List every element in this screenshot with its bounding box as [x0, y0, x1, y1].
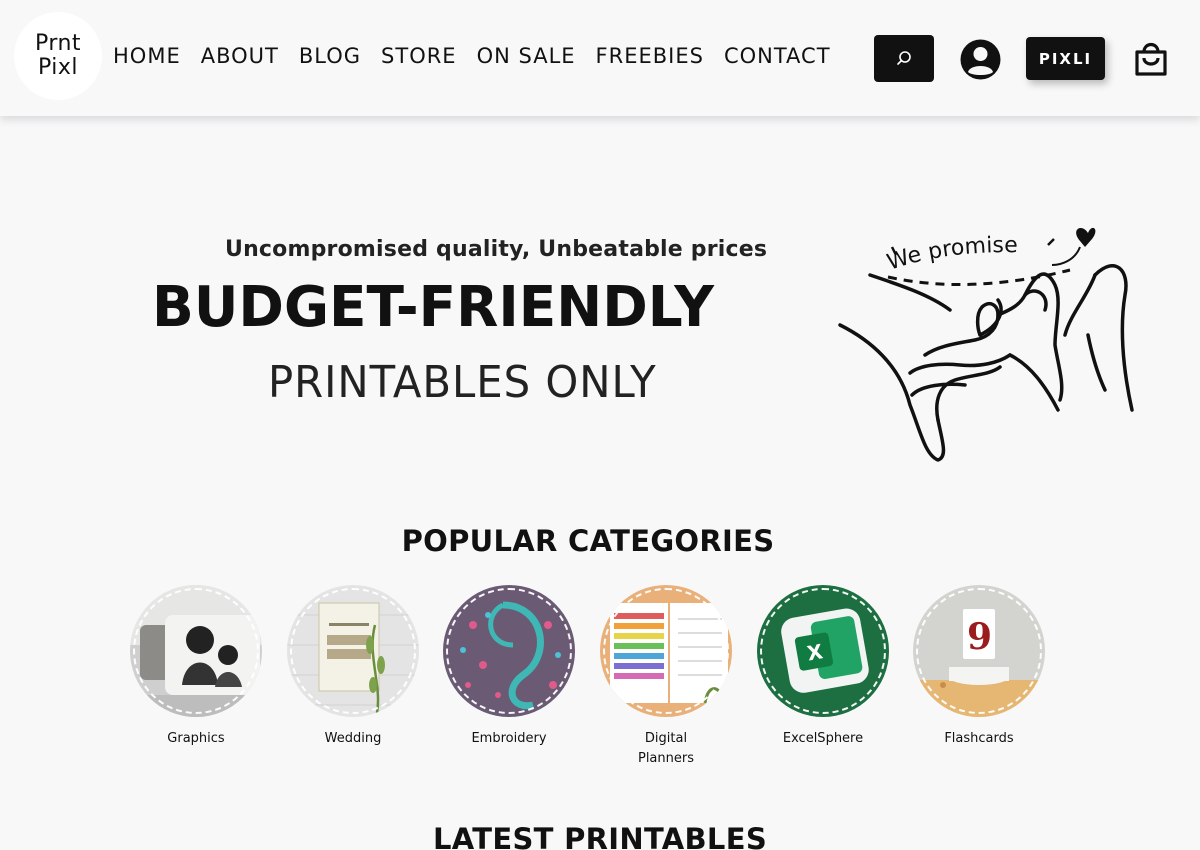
category-graphics-image	[130, 585, 262, 717]
search-button[interactable]	[874, 35, 934, 82]
site-logo[interactable]: Prnt Pixl	[14, 12, 102, 100]
category-digital-planners-image	[600, 585, 732, 717]
category-excelsphere-image: X	[757, 585, 889, 717]
nav-store[interactable]: STORE	[381, 44, 457, 68]
category-flashcards-image: 9	[913, 585, 1045, 717]
nav-blog[interactable]: BLOG	[299, 44, 361, 68]
user-account-icon[interactable]	[960, 39, 1001, 80]
nav-about[interactable]: ABOUT	[201, 44, 279, 68]
category-wedding-image	[287, 585, 419, 717]
nav-home[interactable]: HOME	[113, 44, 181, 68]
heart-icon	[1076, 227, 1096, 247]
category-flashcards[interactable]: 9 Flashcards	[913, 585, 1045, 749]
latest-printables-title: LATEST PRINTABLES	[432, 822, 768, 850]
nav-on-sale[interactable]: ON SALE	[477, 44, 576, 68]
search-icon	[897, 50, 911, 65]
logo-line-2: Pixl	[37, 55, 79, 80]
category-graphics-label: Graphics	[167, 731, 225, 746]
banner-subline: PRINTABLES ONLY	[268, 357, 657, 408]
popular-categories-title: POPULAR CATEGORIES	[401, 524, 775, 558]
promo-banner[interactable]: Uncompromised quality, Unbeatable prices…	[130, 215, 1140, 475]
banner-headline: BUDGET-FRIENDLY	[152, 275, 714, 340]
svg-text:X: X	[805, 639, 825, 665]
svg-text:9: 9	[967, 616, 992, 658]
category-excelsphere[interactable]: X ExcelSphere	[757, 585, 889, 749]
category-embroidery[interactable]: Embroidery	[443, 585, 575, 749]
banner-tagline: Uncompromised quality, Unbeatable prices	[225, 237, 768, 262]
nav-contact[interactable]: CONTACT	[724, 44, 831, 68]
nav-freebies[interactable]: FREEBIES	[596, 44, 704, 68]
category-wedding-label: Wedding	[324, 731, 382, 746]
site-header: Prnt Pixl HOME ABOUT BLOG STORE ON SALE …	[0, 0, 1200, 116]
shopping-bag-icon[interactable]	[1132, 40, 1170, 78]
pixli-button[interactable]: PIXLI	[1026, 37, 1105, 80]
category-embroidery-label: Embroidery	[471, 731, 547, 746]
category-excelsphere-label: ExcelSphere	[782, 731, 864, 746]
category-graphics[interactable]: Graphics	[130, 585, 262, 749]
category-digital-planners-label: Digital Planners	[637, 731, 694, 766]
main-nav: HOME ABOUT BLOG STORE ON SALE FREEBIES C…	[113, 44, 851, 68]
category-embroidery-image	[443, 585, 575, 717]
promise-text: We promise	[884, 233, 1018, 275]
category-wedding[interactable]: Wedding	[287, 585, 419, 749]
category-digital-planners[interactable]: Digital Planners	[600, 585, 732, 769]
pinky-promise-illustration: We promise	[838, 227, 1134, 462]
category-flashcards-label: Flashcards	[944, 731, 1014, 746]
logo-line-1: Prnt	[34, 31, 82, 56]
